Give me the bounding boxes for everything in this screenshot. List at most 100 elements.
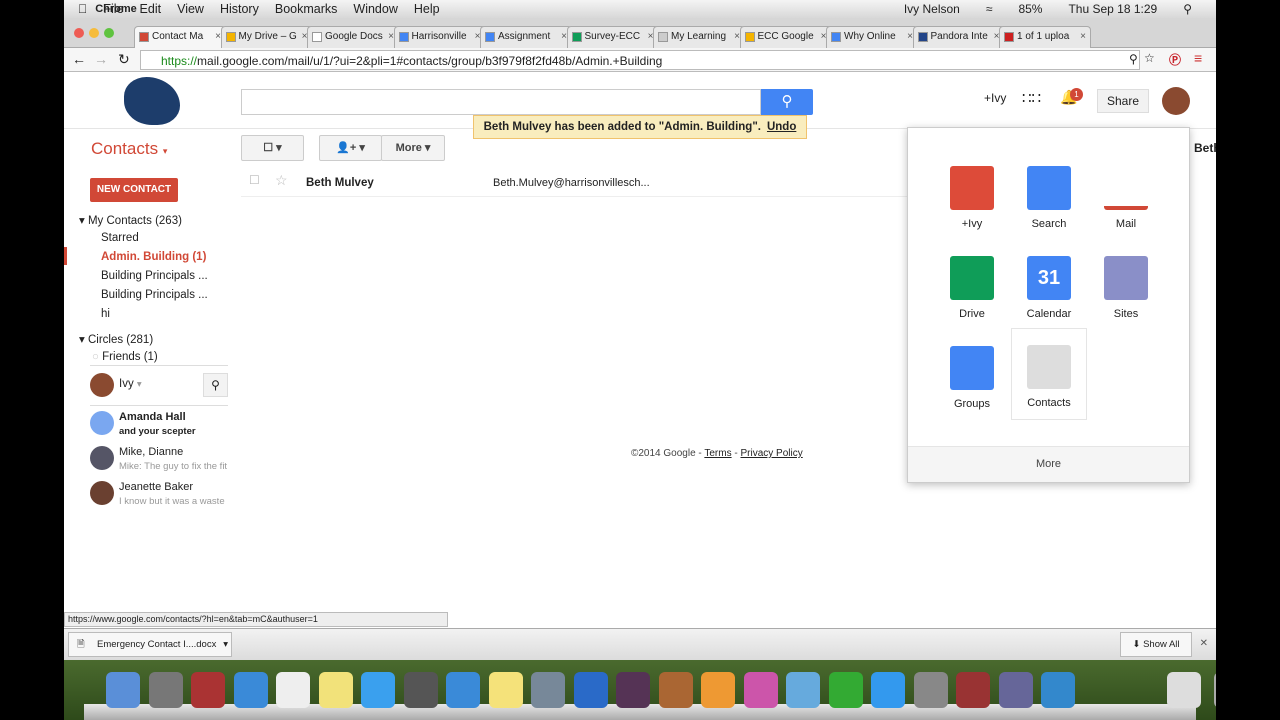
app-groups[interactable]: Groups [934, 346, 1010, 410]
row-checkbox[interactable]: ☐ [249, 173, 260, 187]
nav-circles[interactable]: ▾ Circles (281) [79, 332, 153, 346]
dock-app-icon[interactable] [233, 672, 268, 708]
close-window-button[interactable] [74, 28, 84, 38]
search-input[interactable] [241, 89, 761, 115]
dock-app-icon[interactable] [573, 672, 608, 708]
dock-app-icon[interactable] [531, 672, 565, 708]
search-icon[interactable]: ⚲ [1129, 52, 1138, 66]
dock-app-icon[interactable] [871, 672, 905, 708]
new-contact-button[interactable]: NEW CONTACT [90, 178, 178, 202]
show-all-button[interactable]: ⬇ Show All [1120, 632, 1192, 657]
download-menu-chevron[interactable]: ▾ [223, 633, 228, 656]
tab-7[interactable]: ECC Google × [739, 26, 832, 48]
dock-app-icon[interactable] [658, 672, 693, 708]
app-search[interactable]: Search [1011, 166, 1087, 230]
add-to-group-button[interactable]: 👤+ ▾ [319, 135, 382, 161]
chat-contact[interactable]: Jeanette Baker I know but it was a waste [90, 481, 230, 511]
dock-app-icon[interactable] [361, 672, 395, 708]
app-mail[interactable]: Mail [1088, 166, 1164, 230]
dock-app-icon[interactable] [1041, 672, 1075, 708]
nav-starred[interactable]: Starred [101, 232, 139, 244]
zoom-window-button[interactable] [104, 28, 114, 38]
dock-app-icon[interactable] [616, 672, 650, 708]
dock-app-icon[interactable] [318, 672, 353, 708]
tab-9[interactable]: Pandora Inte × [912, 26, 1005, 48]
nav-friends[interactable]: ○ Friends (1) [92, 351, 158, 363]
chat-contact[interactable]: Amanda Hall and your scepter [90, 411, 230, 441]
app-sites[interactable]: Sites [1088, 256, 1164, 320]
dock-app-icon[interactable] [701, 672, 735, 708]
nav-building-principals-1[interactable]: Building Principals ... [101, 270, 208, 282]
bookmark-star-icon[interactable]: ☆ [1144, 51, 1155, 65]
dock-app-icon[interactable] [786, 672, 820, 708]
app-contacts[interactable]: Contacts [1011, 328, 1087, 420]
dock-app-icon[interactable] [913, 672, 948, 708]
apps-grid-icon[interactable]: ∷∷ [1022, 89, 1041, 107]
nav-hi[interactable]: hi [101, 308, 110, 320]
dock-app-icon[interactable] [148, 672, 183, 708]
close-icon[interactable]: ✕ [1200, 638, 1208, 649]
forward-icon[interactable]: → [94, 51, 108, 67]
dock-app-icon[interactable] [1167, 672, 1201, 708]
tab-8[interactable]: Why Online × [826, 26, 918, 48]
dock-app-icon[interactable] [828, 672, 863, 708]
menu-history[interactable]: History [220, 2, 259, 16]
terms-link[interactable]: Terms [704, 448, 731, 459]
clock[interactable]: Thu Sep 18 1:29 [1068, 2, 1157, 16]
tab-1[interactable]: My Drive – G × [220, 26, 313, 48]
chat-self-avatar[interactable] [90, 373, 114, 397]
battery-percent[interactable]: 85% [1018, 2, 1042, 16]
reload-icon[interactable]: ↻ [118, 51, 130, 68]
select-checkbox-dropdown[interactable]: ☐ ▾ [241, 135, 304, 161]
tab-2[interactable]: Google Docs × [307, 26, 399, 48]
avatar[interactable] [1162, 87, 1190, 115]
apps-more-button[interactable]: More [908, 446, 1189, 482]
contacts-menu[interactable]: Contacts ▾ [91, 139, 167, 159]
menu-icon[interactable]: ≡ [1194, 50, 1202, 66]
user-name[interactable]: Ivy Nelson [904, 2, 960, 16]
table-row[interactable]: ☐ ☆ Beth Mulvey Beth.Mulvey@harrisonvill… [241, 169, 941, 197]
share-button[interactable]: Share [1097, 89, 1149, 113]
dock-app-icon[interactable] [403, 672, 438, 708]
tab-3[interactable]: Harrisonville × [393, 26, 486, 48]
app-drive[interactable]: Drive [934, 256, 1010, 320]
tab-5[interactable]: Survey-ECC × [566, 26, 659, 48]
pinterest-icon[interactable]: Ⓟ [1169, 51, 1181, 68]
dock-app-icon[interactable] [956, 672, 990, 708]
privacy-link[interactable]: Privacy Policy [740, 448, 802, 459]
search-button[interactable]: ⚲ [761, 89, 813, 115]
menu-view[interactable]: View [177, 2, 204, 16]
tab-10[interactable]: 1 of 1 uploa × [999, 26, 1091, 48]
undo-link[interactable]: Undo [767, 121, 796, 133]
dock-app-icon[interactable] [743, 672, 778, 708]
download-item[interactable]: 🗎 Emergency Contact I....docx ▾ [68, 632, 232, 657]
tab-6[interactable]: My Learning × [653, 26, 745, 48]
plus-user-link[interactable]: +Ivy [984, 91, 1006, 105]
menu-chrome[interactable]: Chrome [78, 3, 154, 15]
chat-search-button[interactable]: ⚲ [203, 373, 228, 397]
chat-status-menu[interactable]: Ivy ▾ [119, 378, 142, 390]
contact-name[interactable]: Beth Mulvey [306, 177, 374, 189]
star-icon[interactable]: ☆ [275, 172, 288, 189]
more-button[interactable]: More ▾ [381, 135, 445, 161]
nav-my-contacts[interactable]: ▾ My Contacts (263) [79, 213, 182, 227]
chat-contact[interactable]: Mike, Dianne Mike: The guy to fix the fit [90, 446, 230, 476]
spotlight-icon[interactable]: ⚲ [1183, 2, 1192, 16]
back-icon[interactable]: ← [72, 51, 86, 67]
app-ivy[interactable]: +Ivy [934, 166, 1010, 230]
nav-building-principals-2[interactable]: Building Principals ... [101, 289, 208, 301]
wifi-icon[interactable]: ≈ [986, 2, 993, 16]
dock-app-icon[interactable] [276, 672, 310, 708]
menu-bookmarks[interactable]: Bookmarks [275, 2, 338, 16]
dock-app-icon[interactable] [998, 672, 1033, 708]
dock-app-icon[interactable] [191, 672, 225, 708]
nav-admin-building[interactable]: Admin. Building (1) [101, 251, 206, 263]
address-bar[interactable]: https://mail.google.com/mail/u/1/?ui=2&p… [140, 50, 1140, 70]
menu-window[interactable]: Window [353, 2, 397, 16]
tab-close-icon[interactable]: × [1080, 31, 1086, 48]
dock-app-icon[interactable] [488, 672, 523, 708]
tab-0[interactable]: Contact Ma × [134, 26, 226, 48]
minimize-window-button[interactable] [89, 28, 99, 38]
app-calendar[interactable]: 31 Calendar [1011, 256, 1087, 320]
dock-app-icon[interactable] [1214, 672, 1216, 708]
